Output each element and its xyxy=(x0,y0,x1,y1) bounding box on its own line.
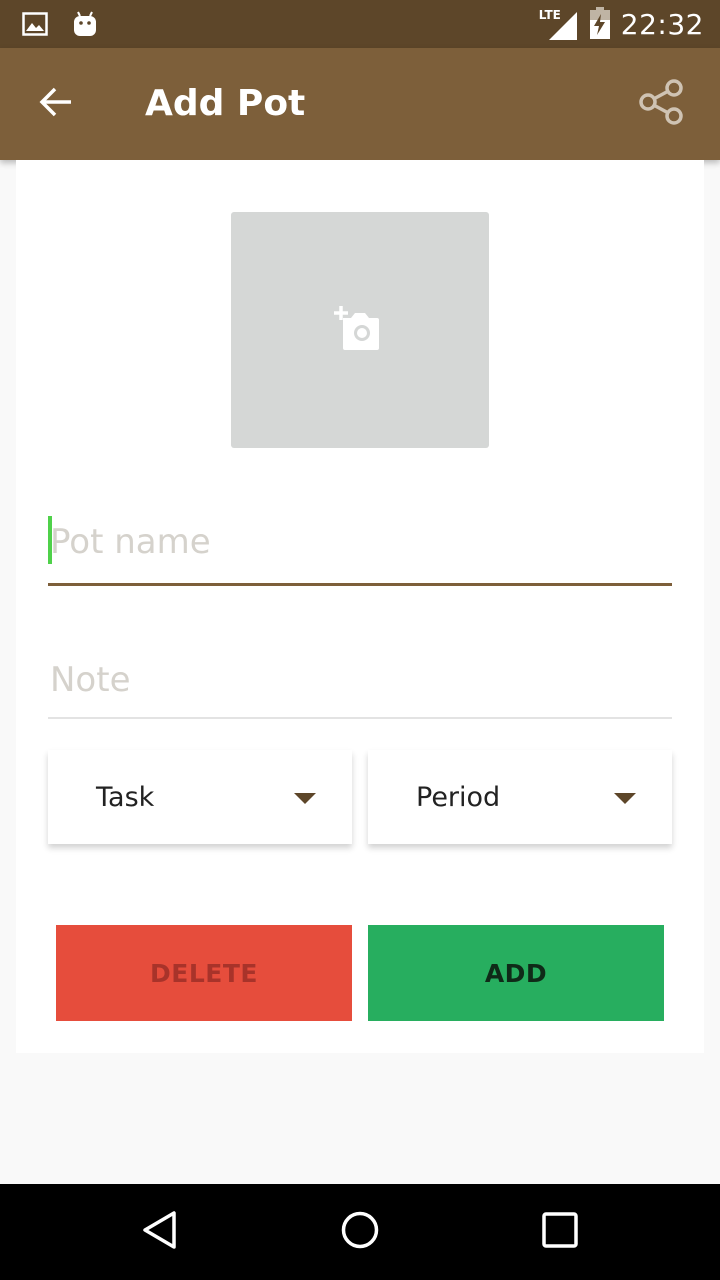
nav-home-icon xyxy=(340,1210,380,1254)
add-photo-icon xyxy=(333,304,387,356)
text-cursor xyxy=(48,516,52,564)
task-spinner-label: Task xyxy=(96,781,155,813)
app-bar: Add Pot xyxy=(0,48,720,160)
pot-photo-picker[interactable] xyxy=(231,212,489,448)
clock: 22:32 xyxy=(620,8,704,41)
status-bar: LTE 22:32 xyxy=(0,0,720,48)
android-icon xyxy=(72,10,98,42)
task-spinner[interactable]: Task xyxy=(48,750,352,844)
navigation-bar xyxy=(0,1184,720,1280)
battery-charging-icon xyxy=(589,6,611,44)
dropdown-arrow-icon xyxy=(294,793,316,804)
status-right: LTE 22:32 xyxy=(539,6,704,44)
form-card: Task Period DELETE ADD xyxy=(16,160,704,1053)
nav-recent-icon xyxy=(540,1210,580,1254)
gallery-icon xyxy=(22,12,48,40)
nav-home-button[interactable] xyxy=(332,1208,388,1256)
lte-signal-icon: LTE xyxy=(539,8,579,42)
note-field[interactable] xyxy=(48,650,672,719)
nav-back-button[interactable] xyxy=(132,1208,188,1256)
page-title: Add Pot xyxy=(145,83,306,124)
back-button[interactable] xyxy=(28,76,84,132)
nav-recent-button[interactable] xyxy=(532,1208,588,1256)
dropdown-arrow-icon xyxy=(614,793,636,804)
share-button[interactable] xyxy=(632,74,692,134)
nav-back-icon xyxy=(140,1210,180,1254)
note-input[interactable] xyxy=(48,650,672,710)
arrow-left-icon xyxy=(38,84,74,124)
pot-name-field[interactable] xyxy=(48,512,672,586)
period-spinner[interactable]: Period xyxy=(368,750,672,844)
delete-button[interactable]: DELETE xyxy=(56,925,352,1021)
pot-name-input[interactable] xyxy=(48,512,672,572)
period-spinner-label: Period xyxy=(416,781,501,813)
share-icon xyxy=(636,76,688,132)
status-left xyxy=(22,10,98,42)
add-button[interactable]: ADD xyxy=(368,925,664,1021)
